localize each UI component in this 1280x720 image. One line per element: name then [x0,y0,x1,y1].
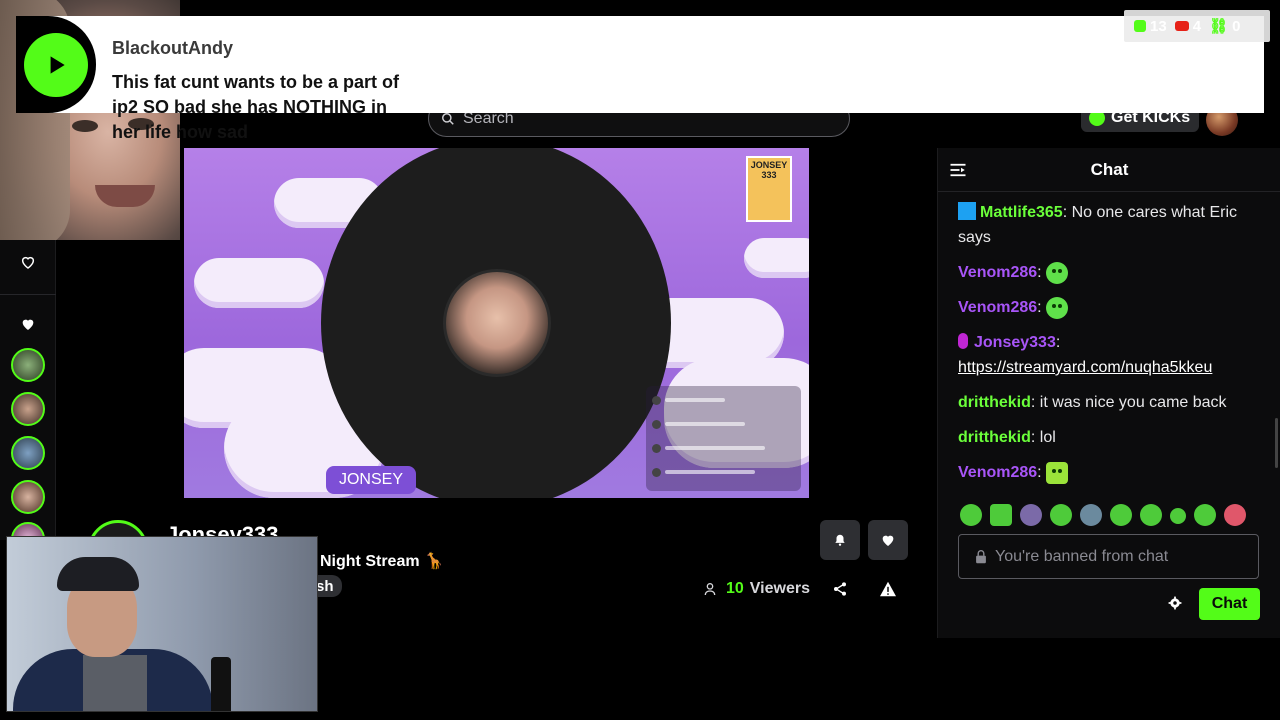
notification-bell-button[interactable] [820,520,860,560]
emote-icon[interactable] [1170,508,1186,524]
collapse-chat-icon[interactable] [949,162,967,183]
broadcaster-mic-icon [958,333,968,349]
chat-settings-gear-icon[interactable] [1168,596,1182,615]
streamer-portrait [443,269,551,377]
chat-panel: Chat Mattlife365: No one cares what Eric… [937,148,1280,638]
report-warning-icon[interactable] [879,581,897,602]
followed-channel-avatar[interactable] [11,480,45,514]
alert-username: BlackoutAndy [112,38,234,58]
follow-heart-icon[interactable] [18,252,38,272]
emote-icon[interactable] [1110,504,1132,526]
chat-message: Mattlife365: No one cares what Eric says [958,202,1237,246]
chat-input[interactable]: You're banned from chat [958,534,1259,579]
lock-icon [976,549,986,563]
bell-icon [835,534,845,546]
stream-title: Night Stream 🦒 [320,553,444,570]
emote-icon [1046,261,1069,284]
viewers-icon [704,583,716,596]
emote-icon [1046,296,1069,319]
overlay-mini-chat [646,386,801,491]
chat-message: dritthekid: it was nice you came back [958,394,1227,411]
youtube-icon [1174,21,1189,31]
moderator-badge-icon [958,202,976,220]
send-chat-button[interactable]: Chat [1199,588,1260,620]
chat-input-placeholder: You're banned from chat [995,547,1169,565]
followed-channel-avatar[interactable] [11,436,45,470]
emote-icon[interactable] [1194,504,1216,526]
alert-banner: BlackoutAndy This fat cunt wants to be a… [16,16,1264,142]
following-heart-icon[interactable] [18,314,38,334]
emote-icon[interactable] [1224,504,1246,526]
alert-message: This fat cunt wants to be a part of ip2 … [112,72,400,142]
emote-icon[interactable] [1080,504,1102,526]
link-icon: ⛓ [1209,18,1229,35]
follow-button[interactable] [868,520,908,560]
overlay-stats: 13 4 ⛓ 0 [1124,10,1270,42]
chat-message: Venom286: [958,260,1258,285]
chat-header: Chat [938,148,1280,192]
name-card: JONSEY [326,466,416,494]
share-icon[interactable] [832,581,848,602]
left-sidebar [0,240,56,556]
emote-icon [1046,461,1069,484]
followed-channel-avatar[interactable] [11,348,45,382]
emote-icon[interactable] [990,504,1012,526]
chat-message: dritthekid: lol [958,429,1056,446]
emote-bar [960,504,1246,526]
video-player[interactable]: JONSEY 333 JONSEY [184,148,809,498]
chat-link[interactable]: https://streamyard.com/nuqha5kkeu [958,359,1212,376]
chat-message: Jonsey333: https://streamyard.com/nuqha5… [958,333,1213,376]
kick-icon [1134,20,1146,32]
chat-message: Venom286: [958,295,1258,320]
kick-logo [16,16,96,113]
chat-message: Venom286: [958,460,1258,485]
viewer-count: 10 Viewers [704,580,810,598]
chat-scrollbar[interactable] [1275,418,1278,468]
emote-icon[interactable] [1020,504,1042,526]
search-icon [442,112,454,125]
emote-icon[interactable] [1140,504,1162,526]
followed-channel-avatar[interactable] [11,392,45,426]
chat-title: Chat [1090,159,1129,179]
heart-icon [882,535,894,546]
channel-sticker: JONSEY 333 [746,156,792,222]
streamer-webcam-bottom [6,536,318,712]
emote-icon[interactable] [960,504,982,526]
play-icon [50,55,65,74]
emote-icon[interactable] [1050,504,1072,526]
